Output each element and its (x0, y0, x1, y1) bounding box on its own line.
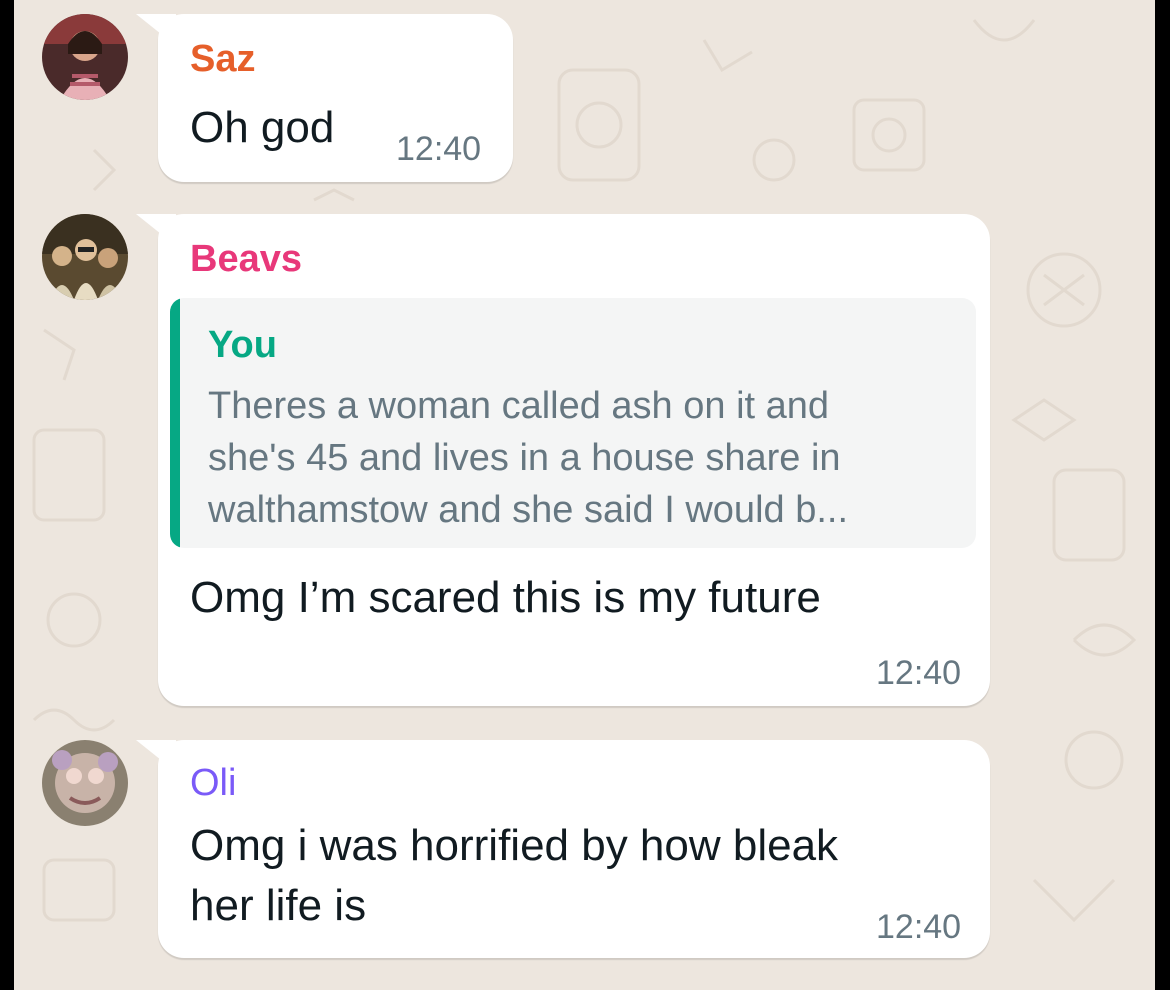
message-text: Omg i was horrified by how bleak her lif… (190, 816, 838, 936)
message-line: Oh god (190, 103, 335, 152)
bubble-tail (136, 14, 176, 46)
profile-photo-icon (42, 14, 128, 100)
profile-photo-icon (42, 740, 128, 826)
quote-text: Theres a woman called ash on it and she'… (208, 380, 848, 536)
sender-name[interactable]: Saz (190, 40, 255, 78)
bubble-tail (136, 214, 176, 246)
sender-name[interactable]: Oli (190, 764, 236, 802)
message-text: Omg I’m scared this is my future (190, 568, 821, 628)
quote-author: You (208, 324, 277, 366)
quote-line: she's 45 and lives in a house share in (208, 437, 841, 479)
message-timestamp: 12:40 (876, 654, 962, 692)
avatar-beavs[interactable] (42, 214, 128, 300)
message-line: Omg I’m scared this is my future (190, 573, 821, 622)
avatar-saz[interactable] (42, 14, 128, 100)
quote-accent-bar (170, 298, 180, 548)
quote-line: walthamstow and she said I would b... (208, 489, 849, 531)
message-timestamp: 12:40 (396, 130, 482, 168)
message-bubble[interactable]: Oli Omg i was horrified by how bleak her… (136, 740, 990, 958)
quoted-message[interactable]: You Theres a woman called ash on it and … (170, 298, 976, 548)
message-line: Omg i was horrified by how bleak (190, 821, 839, 870)
chat-background: Saz Oh god 12:40 Beavs You Theres a woma… (14, 0, 1155, 990)
quote-line: Theres a woman called ash on it and (208, 385, 830, 427)
message-line: her life is (190, 881, 367, 930)
message-timestamp: 12:40 (876, 908, 962, 946)
bubble-tail (136, 740, 176, 772)
message-bubble[interactable]: Beavs You Theres a woman called ash on i… (136, 214, 990, 706)
profile-photo-icon (42, 214, 128, 300)
avatar-oli[interactable] (42, 740, 128, 826)
message-text: Oh god (190, 98, 334, 158)
message-bubble[interactable]: Saz Oh god 12:40 (136, 14, 513, 182)
sender-name[interactable]: Beavs (190, 240, 302, 278)
